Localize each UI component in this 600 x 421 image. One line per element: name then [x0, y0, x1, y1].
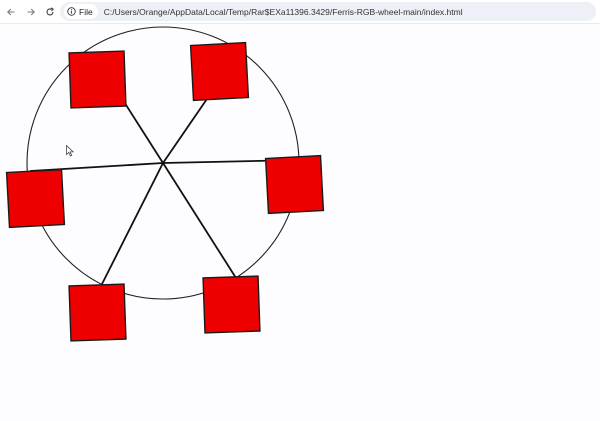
cabin-6	[5, 168, 66, 229]
browser-toolbar: File C:/Users/Orange/AppData/Local/Temp/…	[0, 0, 600, 24]
site-info-chip[interactable]: File	[64, 4, 98, 19]
scheme-label: File	[79, 6, 93, 17]
reload-button[interactable]	[41, 3, 59, 21]
cabin-4	[202, 275, 261, 334]
url-text: C:/Users/Orange/AppData/Local/Temp/Rar$E…	[103, 6, 463, 17]
mouse-cursor-icon	[66, 145, 74, 157]
cabin-5	[68, 283, 127, 342]
arrow-right-icon	[27, 8, 35, 16]
cabin-1	[68, 50, 127, 109]
arrow-left-icon	[7, 8, 15, 16]
reload-icon	[46, 7, 55, 16]
spoke-5	[100, 162, 164, 287]
address-bar[interactable]: File C:/Users/Orange/AppData/Local/Temp/…	[60, 2, 596, 21]
page-content	[0, 24, 600, 421]
ferris-wheel	[5, 26, 325, 342]
back-button[interactable]	[2, 3, 20, 21]
cabin-2	[189, 41, 250, 102]
cabin-3	[264, 154, 325, 215]
info-circle-icon	[67, 7, 76, 16]
forward-button[interactable]	[22, 3, 40, 21]
spoke-4	[162, 162, 237, 279]
